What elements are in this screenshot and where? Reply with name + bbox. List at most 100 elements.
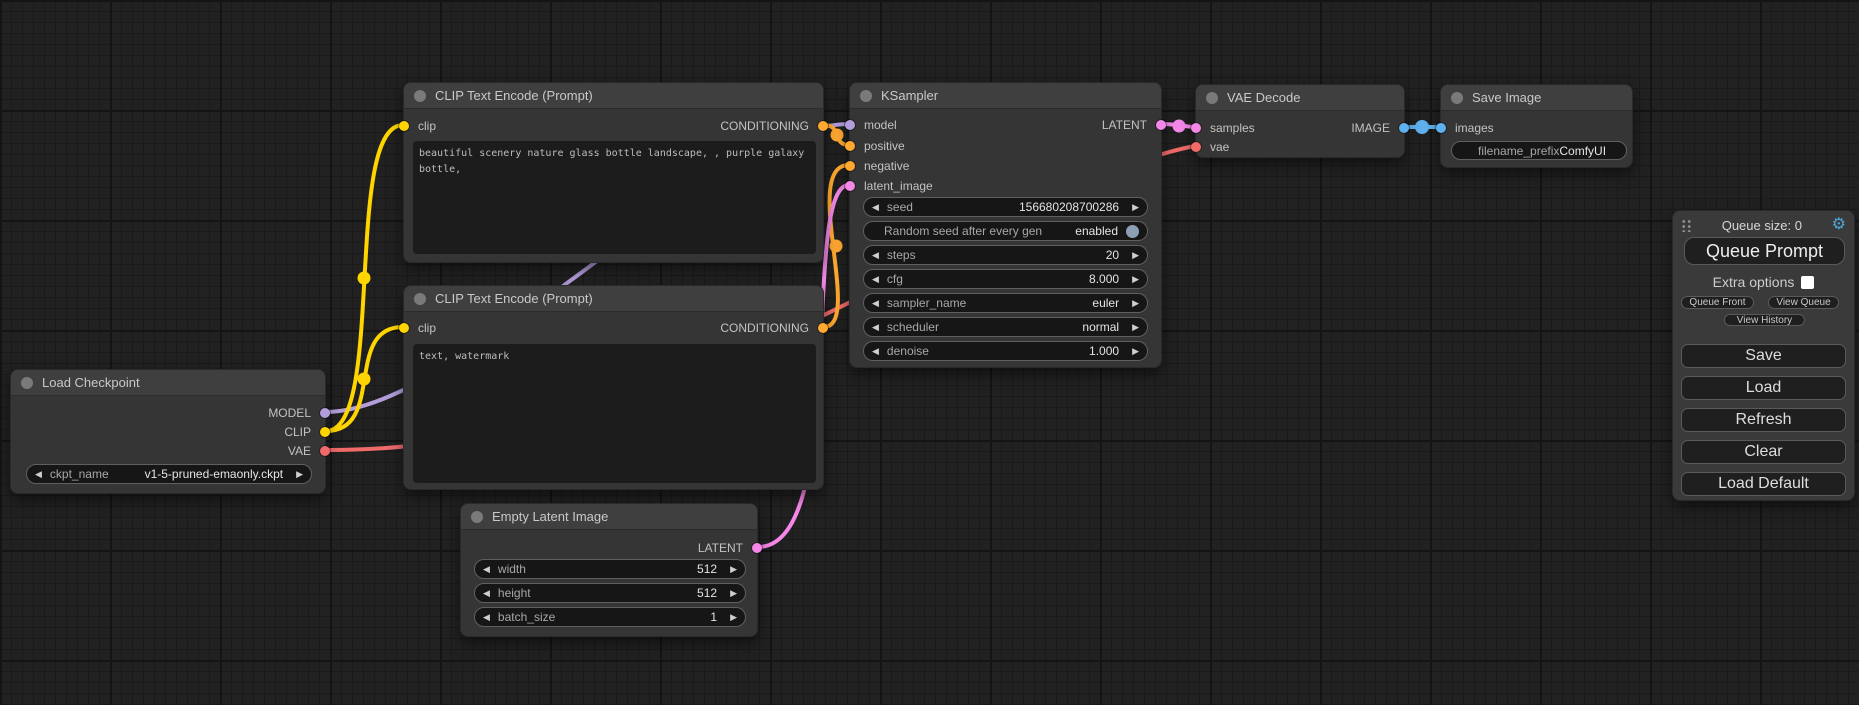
- toggle-circle-icon[interactable]: [1126, 225, 1139, 238]
- prompt-textarea[interactable]: text, watermark: [413, 344, 816, 483]
- node-title-bar[interactable]: KSampler: [850, 83, 1161, 109]
- extra-options-checkbox[interactable]: [1801, 276, 1814, 289]
- clip-port-icon[interactable]: [399, 323, 409, 333]
- node-title-bar[interactable]: Load Checkpoint: [11, 370, 325, 396]
- input-latent-image[interactable]: latent_image: [850, 179, 933, 193]
- node-title-bar[interactable]: Empty Latent Image: [461, 504, 757, 530]
- conditioning-port-icon[interactable]: [818, 323, 828, 333]
- collapse-dot-icon[interactable]: [860, 90, 872, 102]
- view-queue-button[interactable]: View Queue: [1768, 296, 1839, 309]
- widget-cfg[interactable]: ◀ cfg 8.000 ▶: [863, 269, 1148, 289]
- gear-icon[interactable]: ⚙: [1832, 217, 1846, 233]
- decrement-arrow-icon[interactable]: ◀: [483, 589, 490, 598]
- collapse-dot-icon[interactable]: [471, 511, 483, 523]
- node-graph-canvas[interactable]: Load Checkpoint MODEL CLIP VAE ◀ ckpt_na…: [0, 0, 1859, 705]
- node-load-checkpoint[interactable]: Load Checkpoint MODEL CLIP VAE ◀ ckpt_na…: [10, 369, 326, 494]
- widget-random-seed-toggle[interactable]: Random seed after every gen enabled: [863, 221, 1148, 241]
- increment-arrow-icon[interactable]: ▶: [730, 613, 737, 622]
- image-port-icon[interactable]: [1436, 123, 1446, 133]
- image-port-icon[interactable]: [1399, 123, 1409, 133]
- latent-port-icon[interactable]: [845, 181, 855, 191]
- node-title-bar[interactable]: VAE Decode: [1196, 85, 1404, 111]
- drag-handle-icon[interactable]: [1681, 218, 1692, 232]
- node-empty-latent-image[interactable]: Empty Latent Image LATENT ◀ width 512 ▶ …: [460, 503, 758, 637]
- increment-arrow-icon[interactable]: ▶: [1132, 251, 1139, 260]
- widget-scheduler[interactable]: ◀ scheduler normal ▶: [863, 317, 1148, 337]
- latent-port-icon[interactable]: [1191, 123, 1201, 133]
- decrement-arrow-icon[interactable]: ◀: [483, 565, 490, 574]
- collapse-dot-icon[interactable]: [1206, 92, 1218, 104]
- widget-sampler-name[interactable]: ◀ sampler_name euler ▶: [863, 293, 1148, 313]
- refresh-button[interactable]: Refresh: [1681, 408, 1846, 432]
- output-clip[interactable]: CLIP: [284, 425, 325, 439]
- input-samples[interactable]: samples: [1196, 121, 1255, 135]
- queue-prompt-button[interactable]: Queue Prompt: [1684, 237, 1845, 265]
- view-history-button[interactable]: View History: [1724, 314, 1805, 326]
- queue-front-button[interactable]: Queue Front: [1681, 296, 1754, 309]
- decrement-arrow-icon[interactable]: ◀: [35, 470, 42, 479]
- node-clip-text-encode-negative[interactable]: CLIP Text Encode (Prompt) clip CONDITION…: [403, 285, 824, 490]
- output-conditioning[interactable]: CONDITIONING: [720, 321, 823, 335]
- node-vae-decode[interactable]: VAE Decode samples vae IMAGE: [1195, 84, 1405, 158]
- model-port-icon[interactable]: [845, 120, 855, 130]
- input-negative[interactable]: negative: [850, 159, 909, 173]
- output-latent[interactable]: LATENT: [698, 541, 757, 555]
- decrement-arrow-icon[interactable]: ◀: [872, 347, 879, 356]
- decrement-arrow-icon[interactable]: ◀: [872, 251, 879, 260]
- output-latent[interactable]: LATENT: [1102, 118, 1161, 132]
- node-title-bar[interactable]: CLIP Text Encode (Prompt): [404, 286, 823, 312]
- widget-ckpt-name[interactable]: ◀ ckpt_name v1-5-pruned-emaonly.ckpt ▶: [26, 464, 312, 484]
- clip-port-icon[interactable]: [399, 121, 409, 131]
- input-vae[interactable]: vae: [1196, 140, 1229, 154]
- widget-batch-size[interactable]: ◀ batch_size 1 ▶: [474, 607, 746, 627]
- output-image[interactable]: IMAGE: [1351, 121, 1404, 135]
- decrement-arrow-icon[interactable]: ◀: [872, 323, 879, 332]
- increment-arrow-icon[interactable]: ▶: [1132, 323, 1139, 332]
- conditioning-port-icon[interactable]: [845, 161, 855, 171]
- input-clip[interactable]: clip: [404, 321, 436, 335]
- increment-arrow-icon[interactable]: ▶: [1132, 275, 1139, 284]
- clip-port-icon[interactable]: [320, 427, 330, 437]
- clear-button[interactable]: Clear: [1681, 440, 1846, 464]
- increment-arrow-icon[interactable]: ▶: [1132, 203, 1139, 212]
- node-title-bar[interactable]: CLIP Text Encode (Prompt): [404, 83, 823, 109]
- node-ksampler[interactable]: KSampler model positive negative latent_…: [849, 82, 1162, 368]
- conditioning-port-icon[interactable]: [845, 141, 855, 151]
- decrement-arrow-icon[interactable]: ◀: [872, 203, 879, 212]
- latent-port-icon[interactable]: [1156, 120, 1166, 130]
- widget-steps[interactable]: ◀ steps 20 ▶: [863, 245, 1148, 265]
- increment-arrow-icon[interactable]: ▶: [730, 565, 737, 574]
- input-images[interactable]: images: [1441, 121, 1494, 135]
- output-conditioning[interactable]: CONDITIONING: [720, 119, 823, 133]
- decrement-arrow-icon[interactable]: ◀: [483, 613, 490, 622]
- widget-height[interactable]: ◀ height 512 ▶: [474, 583, 746, 603]
- prompt-textarea[interactable]: beautiful scenery nature glass bottle la…: [413, 141, 816, 254]
- decrement-arrow-icon[interactable]: ◀: [872, 275, 879, 284]
- node-save-image[interactable]: Save Image images filename_prefix ComfyU…: [1440, 84, 1633, 168]
- increment-arrow-icon[interactable]: ▶: [1132, 347, 1139, 356]
- node-clip-text-encode-positive[interactable]: CLIP Text Encode (Prompt) clip CONDITION…: [403, 82, 824, 263]
- increment-arrow-icon[interactable]: ▶: [1132, 299, 1139, 308]
- widget-width[interactable]: ◀ width 512 ▶: [474, 559, 746, 579]
- output-model[interactable]: MODEL: [268, 406, 325, 420]
- collapse-dot-icon[interactable]: [21, 377, 33, 389]
- load-default-button[interactable]: Load Default: [1681, 472, 1846, 496]
- save-button[interactable]: Save: [1681, 344, 1846, 368]
- widget-denoise[interactable]: ◀ denoise 1.000 ▶: [863, 341, 1148, 361]
- node-title-bar[interactable]: Save Image: [1441, 85, 1632, 111]
- collapse-dot-icon[interactable]: [1451, 92, 1463, 104]
- vae-port-icon[interactable]: [1191, 142, 1201, 152]
- collapse-dot-icon[interactable]: [414, 293, 426, 305]
- increment-arrow-icon[interactable]: ▶: [296, 470, 303, 479]
- input-clip[interactable]: clip: [404, 119, 436, 133]
- output-vae[interactable]: VAE: [288, 444, 325, 458]
- latent-port-icon[interactable]: [752, 543, 762, 553]
- vae-port-icon[interactable]: [320, 446, 330, 456]
- increment-arrow-icon[interactable]: ▶: [730, 589, 737, 598]
- decrement-arrow-icon[interactable]: ◀: [872, 299, 879, 308]
- conditioning-port-icon[interactable]: [818, 121, 828, 131]
- input-model[interactable]: model: [850, 118, 897, 132]
- collapse-dot-icon[interactable]: [414, 90, 426, 102]
- widget-seed[interactable]: ◀ seed 156680208700286 ▶: [863, 197, 1148, 217]
- widget-filename-prefix[interactable]: filename_prefix ComfyUI: [1451, 141, 1627, 160]
